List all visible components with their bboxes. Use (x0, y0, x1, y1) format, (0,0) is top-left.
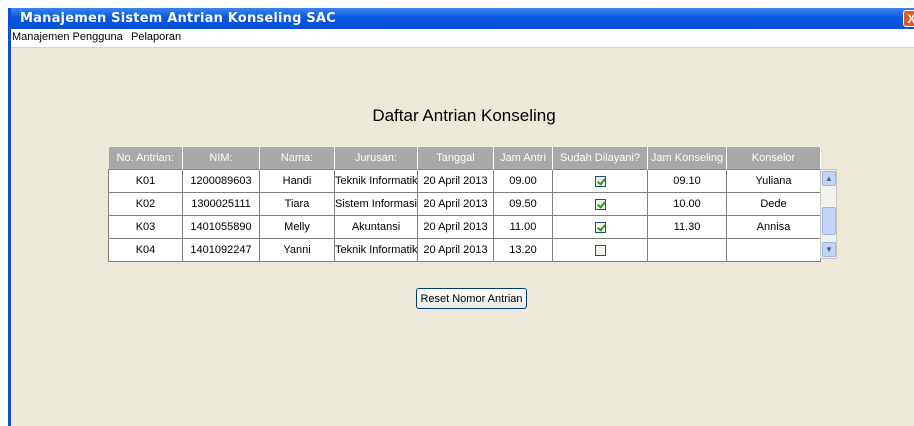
reset-nomor-antrian-button[interactable]: Reset Nomor Antrian (416, 288, 527, 309)
cell-jam-antri[interactable]: 11.00 (493, 215, 553, 239)
column-header-jam-konseling[interactable]: Jam Konseling (647, 147, 727, 170)
sudah-dilayani-checkbox[interactable] (594, 175, 606, 187)
cell-nama[interactable]: Handi (259, 169, 335, 193)
cell-jam-konseling[interactable]: 10.00 (647, 192, 727, 216)
menu-bar: Manajemen Pengguna Pelaporan (11, 29, 914, 48)
cell-tanggal[interactable]: 20 April 2013 (417, 238, 494, 262)
cell-nim[interactable]: 1401055890 (182, 215, 260, 239)
table-row[interactable]: K02 1300025111 Tiara Sistem Informasi 20… (108, 192, 821, 216)
cell-sudah-dilayani (552, 192, 648, 216)
table-scrollbar[interactable]: ▲ ▼ (820, 169, 837, 259)
cell-sudah-dilayani (552, 238, 648, 262)
scroll-down-button[interactable]: ▼ (822, 242, 836, 257)
cell-jurusan[interactable]: Teknik Informatika (334, 169, 418, 193)
cell-nama[interactable]: Yanni (259, 238, 335, 262)
cell-jam-antri[interactable]: 09.00 (493, 169, 553, 193)
cell-jurusan[interactable]: Akuntansi (334, 215, 418, 239)
window-title: Manajemen Sistem Antrian Konseling SAC (20, 11, 336, 26)
chevron-up-icon: ▲ (825, 174, 833, 183)
sudah-dilayani-checkbox[interactable] (594, 198, 606, 210)
sudah-dilayani-checkbox[interactable] (594, 221, 606, 233)
cell-konselor[interactable]: Yuliana (726, 169, 821, 193)
cell-tanggal[interactable]: 20 April 2013 (417, 192, 494, 216)
column-header-jurusan[interactable]: Jurusan: (334, 147, 418, 170)
cell-tanggal[interactable]: 20 April 2013 (417, 215, 494, 239)
cell-no-antrian[interactable]: K04 (108, 238, 183, 262)
title-bar[interactable]: Manajemen Sistem Antrian Konseling SAC X (11, 8, 914, 29)
cell-jurusan[interactable]: Sistem Informasi (334, 192, 418, 216)
cell-no-antrian[interactable]: K03 (108, 215, 183, 239)
cell-konselor[interactable]: Dede (726, 192, 821, 216)
cell-jam-konseling[interactable] (647, 238, 727, 262)
cell-nama[interactable]: Melly (259, 215, 335, 239)
cell-nim[interactable]: 1401092247 (182, 238, 260, 262)
cell-no-antrian[interactable]: K01 (108, 169, 183, 193)
table-row[interactable]: K01 1200089603 Handi Teknik Informatika … (108, 169, 821, 193)
close-button[interactable]: X (903, 10, 914, 27)
cell-konselor[interactable] (726, 238, 821, 262)
cell-jam-konseling[interactable]: 09.10 (647, 169, 727, 193)
scroll-up-button[interactable]: ▲ (822, 171, 836, 186)
sudah-dilayani-checkbox[interactable] (594, 244, 606, 256)
cell-nim[interactable]: 1200089603 (182, 169, 260, 193)
table-row[interactable]: K03 1401055890 Melly Akuntansi 20 April … (108, 215, 821, 239)
menu-item-manajemen-pengguna[interactable]: Manajemen Pengguna (12, 31, 123, 43)
scroll-thumb[interactable] (822, 207, 836, 235)
cell-konselor[interactable]: Annisa (726, 215, 821, 239)
column-header-sudah-dilayani[interactable]: Sudah Dilayani? (552, 147, 648, 170)
cell-jam-antri[interactable]: 09.50 (493, 192, 553, 216)
cell-no-antrian[interactable]: K02 (108, 192, 183, 216)
app-window: Manajemen Sistem Antrian Konseling SAC X… (8, 8, 914, 426)
queue-table: No. Antrian: NIM: Nama: Jurusan: Tanggal… (108, 147, 821, 262)
column-header-nama[interactable]: Nama: (259, 147, 335, 170)
cell-jam-antri[interactable]: 13.20 (493, 238, 553, 262)
menu-item-pelaporan[interactable]: Pelaporan (131, 31, 181, 43)
column-header-konselor[interactable]: Konselor (726, 147, 821, 170)
cell-jam-konseling[interactable]: 11.30 (647, 215, 727, 239)
cell-sudah-dilayani (552, 215, 648, 239)
cell-nim[interactable]: 1300025111 (182, 192, 260, 216)
table-header-row: No. Antrian: NIM: Nama: Jurusan: Tanggal… (108, 147, 821, 170)
cell-sudah-dilayani (552, 169, 648, 193)
cell-jurusan[interactable]: Teknik Informatika (334, 238, 418, 262)
page-title: Daftar Antrian Konseling (372, 106, 556, 125)
close-icon: X (907, 12, 914, 26)
column-header-jam-antri[interactable]: Jam Antri (493, 147, 553, 170)
cell-nama[interactable]: Tiara (259, 192, 335, 216)
column-header-tanggal[interactable]: Tanggal (417, 147, 494, 170)
cell-tanggal[interactable]: 20 April 2013 (417, 169, 494, 193)
chevron-down-icon: ▼ (825, 245, 833, 254)
table-row[interactable]: K04 1401092247 Yanni Teknik Informatika … (108, 238, 821, 262)
column-header-no-antrian[interactable]: No. Antrian: (108, 147, 183, 170)
column-header-nim[interactable]: NIM: (182, 147, 260, 170)
